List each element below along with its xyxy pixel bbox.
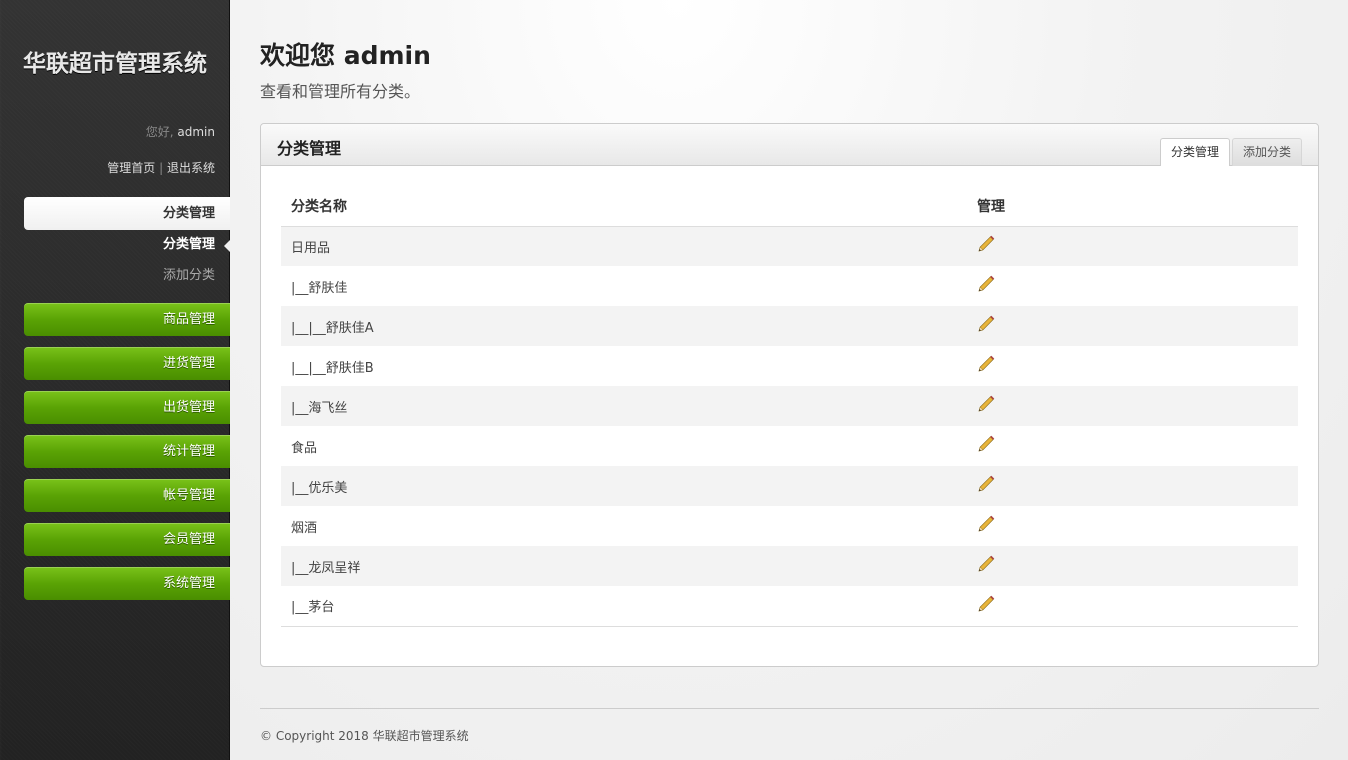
pencil-edit-icon[interactable]: [977, 355, 995, 373]
home-link[interactable]: 管理首页: [107, 161, 155, 175]
user-greeting: 您好, admin: [146, 123, 215, 140]
column-header-manage: 管理: [967, 186, 1298, 227]
manage-cell: [967, 386, 1298, 426]
category-name-cell: 食品: [291, 440, 318, 456]
profile-links: 管理首页 | 退出系统: [107, 159, 215, 176]
category-name-cell: |__|__舒肤佳B: [291, 360, 374, 376]
app-title: 华联超市管理系统: [23, 51, 207, 77]
table-row: |__|__舒肤佳B: [281, 346, 1298, 386]
pencil-edit-icon[interactable]: [977, 235, 995, 253]
category-name-cell: |__龙凤呈祥: [281, 546, 967, 586]
username[interactable]: admin: [177, 125, 215, 139]
pencil-edit-icon[interactable]: [977, 595, 995, 613]
pencil-edit-icon[interactable]: [977, 435, 995, 453]
manage-cell: [967, 506, 1298, 546]
category-name-cell: |__茅台: [281, 586, 967, 627]
category-name-cell: 日用品: [281, 226, 967, 266]
manage-cell: [967, 466, 1298, 506]
nav-category-management[interactable]: 分类管理: [24, 197, 230, 230]
table-row: |__优乐美: [281, 466, 1298, 506]
nav-statistics-management[interactable]: 统计管理: [24, 435, 230, 468]
logout-link[interactable]: 退出系统: [167, 161, 215, 175]
pencil-edit-icon[interactable]: [977, 395, 995, 413]
main-content: 欢迎您 admin 查看和管理所有分类。 分类管理 分类管理 添加分类 分类名称…: [230, 0, 1348, 760]
manage-cell: [967, 426, 1298, 466]
greeting-prefix: 您好,: [145, 125, 178, 139]
nav-member-management[interactable]: 会员管理: [24, 523, 230, 556]
category-name-cell: |__|__舒肤佳A: [281, 306, 967, 346]
manage-cell: [967, 306, 1298, 346]
table-row: |__海飞丝: [281, 386, 1298, 426]
table-row: |__|__舒肤佳A: [281, 306, 1298, 346]
tab-category-list[interactable]: 分类管理: [1159, 138, 1230, 166]
category-name-cell: |__海飞丝: [281, 386, 967, 426]
category-box: 分类管理 分类管理 添加分类 分类名称 管理 日用品 |__舒肤佳 |__|__舒肤…: [260, 123, 1319, 667]
table-row: |__舒肤佳: [281, 266, 1298, 306]
table-row: 日用品: [281, 226, 1298, 266]
category-table: 分类名称 管理 日用品 |__舒肤佳 |__|__舒肤佳A |__|__舒肤佳B |__…: [281, 186, 1298, 627]
category-name-cell: 烟酒: [291, 520, 318, 536]
nav-shipment-management[interactable]: 出货管理: [24, 391, 230, 424]
nav-product-management[interactable]: 商品管理: [24, 303, 230, 336]
table-row: 烟酒: [281, 506, 1298, 546]
subnav-add-category[interactable]: 添加分类: [24, 265, 230, 287]
link-separator: |: [155, 161, 167, 175]
column-header-name: 分类名称: [281, 186, 967, 227]
nav-account-management[interactable]: 帐号管理: [24, 479, 230, 512]
table-header-row: 分类名称 管理: [281, 186, 1298, 227]
pencil-edit-icon[interactable]: [977, 275, 995, 293]
pencil-edit-icon[interactable]: [977, 475, 995, 493]
nav-system-management[interactable]: 系统管理: [24, 567, 230, 600]
manage-cell: [967, 586, 1298, 627]
tab-add-category[interactable]: 添加分类: [1231, 138, 1302, 166]
table-row: 食品: [281, 426, 1298, 466]
pencil-edit-icon[interactable]: [977, 515, 995, 533]
footer-copyright: © Copyright 2018 华联超市管理系统: [260, 729, 469, 743]
footer-divider: [260, 708, 1319, 709]
page-title: 欢迎您 admin: [260, 41, 431, 70]
box-tabs: 分类管理 添加分类: [1158, 138, 1302, 166]
table-row: |__茅台: [281, 586, 1298, 627]
nav-purchase-management[interactable]: 进货管理: [24, 347, 230, 380]
manage-cell: [967, 226, 1298, 266]
category-name-cell: |__舒肤佳: [291, 280, 348, 296]
box-heading: 分类管理: [277, 139, 342, 158]
page-subtitle: 查看和管理所有分类。: [260, 82, 421, 101]
category-name-cell: |__优乐美: [281, 466, 967, 506]
pencil-edit-icon[interactable]: [977, 555, 995, 573]
table-row: |__龙凤呈祥: [281, 546, 1298, 586]
subnav-category-list[interactable]: 分类管理: [24, 234, 230, 256]
box-header: 分类管理 分类管理 添加分类: [261, 124, 1318, 166]
manage-cell: [967, 546, 1298, 586]
manage-cell: [967, 346, 1298, 386]
pencil-edit-icon[interactable]: [977, 315, 995, 333]
manage-cell: [967, 266, 1298, 306]
sidebar: 华联超市管理系统 您好, admin 管理首页 | 退出系统 分类管理 分类管理…: [0, 0, 230, 760]
subnav-label: 分类管理: [162, 237, 215, 252]
